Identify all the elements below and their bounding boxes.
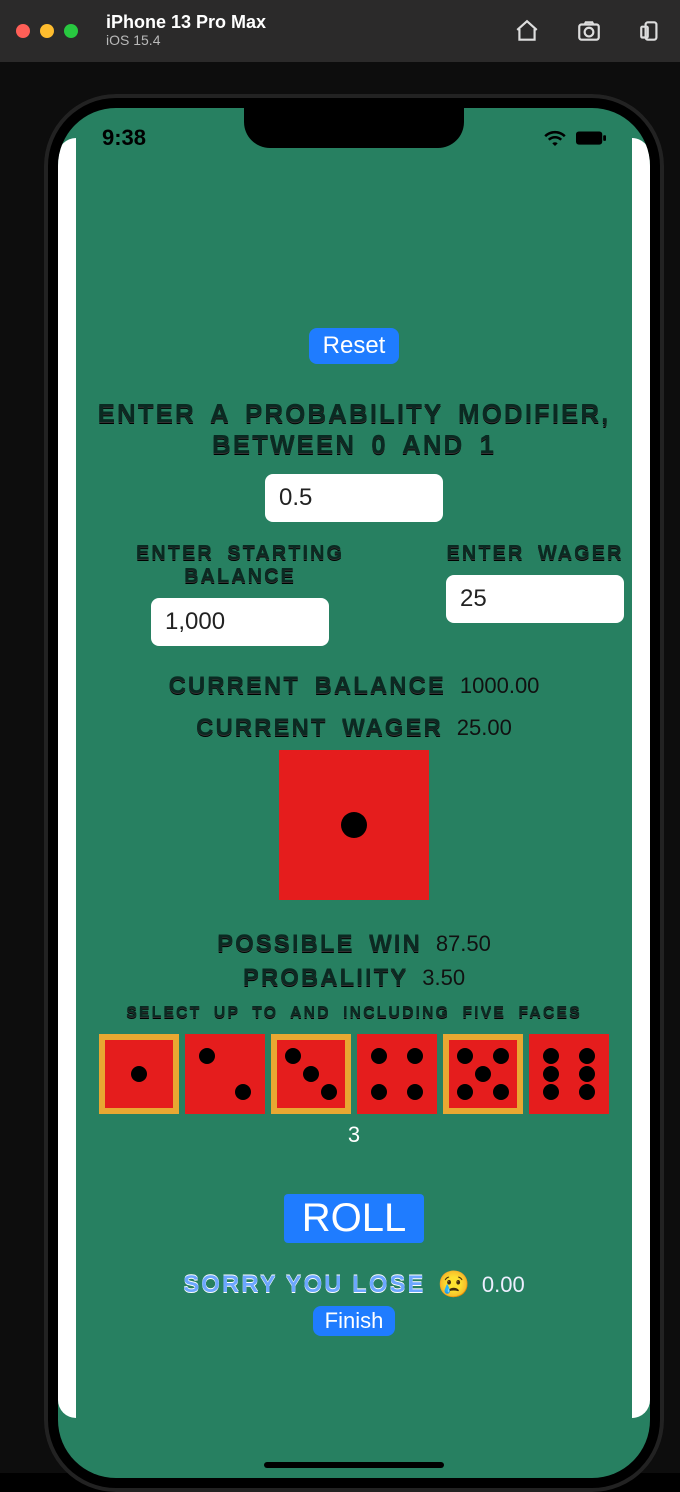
reset-button[interactable]: Reset [309, 328, 400, 364]
phone-screen: 9:38 Reset ENTER A PROBABILITY MODIFIER,… [58, 108, 650, 1478]
cry-emoji-icon: 😢 [438, 1269, 470, 1300]
roll-button[interactable]: ROLL [284, 1194, 425, 1243]
possible-win-value: 87.50 [436, 931, 491, 957]
window-title: iPhone 13 Pro Max iOS 15.4 [106, 13, 266, 48]
home-icon[interactable] [514, 18, 540, 44]
die-face-1[interactable] [99, 1034, 179, 1114]
rolled-die [279, 750, 429, 900]
result-text: SORRY YOU LOSE [183, 1271, 425, 1299]
notch [244, 108, 464, 148]
phone-frame: 9:38 Reset ENTER A PROBABILITY MODIFIER,… [44, 94, 664, 1492]
current-wager-label: CURRENT WAGER [196, 714, 443, 742]
wager-input[interactable] [446, 575, 624, 623]
window-controls [16, 24, 78, 38]
die-face-2[interactable] [185, 1034, 265, 1114]
status-time: 9:38 [102, 125, 146, 151]
select-faces-label: SELECT UP TO AND INCLUDING FIVE FACES [126, 1004, 582, 1022]
device-name: iPhone 13 Pro Max [106, 13, 266, 33]
zoom-window-button[interactable] [64, 24, 78, 38]
die-face-3[interactable] [271, 1034, 351, 1114]
possible-win-label: POSSIBLE WIN [217, 930, 422, 958]
wager-label: ENTER WAGER [447, 542, 624, 565]
right-gutter [632, 138, 650, 1418]
wifi-icon [544, 130, 566, 146]
die-face-6[interactable] [529, 1034, 609, 1114]
close-window-button[interactable] [16, 24, 30, 38]
die-face-5[interactable] [443, 1034, 523, 1114]
minimize-window-button[interactable] [40, 24, 54, 38]
probability-modifier-input[interactable] [265, 474, 443, 522]
starting-balance-label: ENTER STARTING BALANCE [84, 542, 396, 588]
simulator-titlebar: iPhone 13 Pro Max iOS 15.4 [0, 0, 680, 62]
rotate-icon[interactable] [638, 18, 664, 44]
left-gutter [58, 138, 76, 1418]
dice-picker [99, 1034, 609, 1114]
result-amount: 0.00 [482, 1272, 525, 1298]
current-balance-value: 1000.00 [460, 673, 540, 699]
current-wager-value: 25.00 [457, 715, 512, 741]
probability-value: 3.50 [422, 965, 465, 991]
current-balance-label: CURRENT BALANCE [169, 672, 446, 700]
home-indicator[interactable] [264, 1462, 444, 1468]
simulator-toolbar [514, 18, 664, 44]
die-face-4[interactable] [357, 1034, 437, 1114]
starting-balance-input[interactable] [151, 598, 329, 646]
battery-icon [576, 131, 606, 145]
screenshot-icon[interactable] [576, 18, 602, 44]
probability-label: PROBALIITY [243, 964, 408, 992]
app-content: Reset ENTER A PROBABILITY MODIFIER, BETW… [76, 168, 632, 1458]
finish-button[interactable]: Finish [313, 1306, 396, 1336]
probability-modifier-label: ENTER A PROBABILITY MODIFIER, BETWEEN 0 … [84, 398, 624, 460]
os-version: iOS 15.4 [106, 33, 266, 48]
selected-count: 3 [348, 1122, 360, 1148]
die-pip [341, 812, 367, 838]
